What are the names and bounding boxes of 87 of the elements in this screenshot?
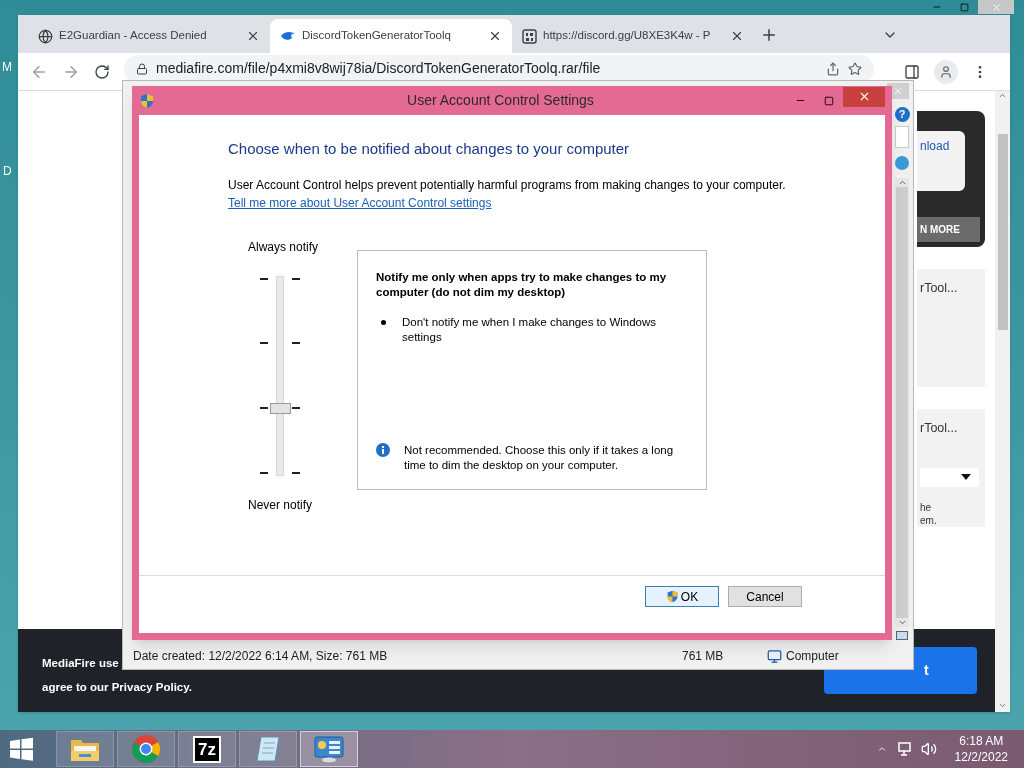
- url-text: mediafire.com/file/p4xmi8v8wij78ia/DiscordTokenGeneratorToolq.rar/file: [156, 59, 602, 78]
- card-title: rTool...: [920, 420, 959, 437]
- help-button[interactable]: ?: [894, 107, 910, 122]
- caret-icon: [961, 474, 971, 481]
- taskbar-app-button[interactable]: [56, 731, 114, 767]
- tick-marks: [260, 471, 300, 474]
- description: User Account Control helps prevent potentially harmful programs from making changes to your computer.: [228, 176, 787, 194]
- taskbar-app-button[interactable]: [117, 731, 175, 767]
- status-details: Date created: 12/2/2022 6:14 AM, Size: 761 MB: [133, 648, 389, 665]
- clock[interactable]: 6:18 AM 12/2/2022: [954, 733, 1008, 765]
- taskbar-app-button[interactable]: [300, 731, 358, 767]
- maximize-icon[interactable]: [824, 95, 834, 106]
- download-button[interactable]: nload: [917, 131, 965, 191]
- volume-icon[interactable]: [920, 741, 937, 757]
- slider-top-label: Always notify: [247, 238, 320, 256]
- side-panel-icon[interactable]: [904, 63, 920, 80]
- close-icon[interactable]: [730, 29, 744, 43]
- notepad-icon: [253, 734, 283, 764]
- scrollbar-thumb[interactable]: [997, 134, 1008, 330]
- reload-icon[interactable]: [94, 63, 110, 80]
- tick-marks: [260, 406, 300, 409]
- computer-icon: [767, 648, 782, 664]
- browser-logo-icon: [131, 734, 161, 764]
- info-title: Notify me only when apps try to make changes to my computer (do not dim my desktop): [376, 269, 668, 300]
- close-icon: [990, 1, 1002, 13]
- bullet-text: Don't notify me when I make changes to Windows settings: [402, 314, 658, 345]
- cookie-text: MediaFire use: [42, 655, 119, 671]
- close-icon[interactable]: [488, 29, 502, 43]
- slider-track[interactable]: [276, 275, 284, 476]
- desktop-icon-label: M: [2, 59, 12, 76]
- flame-logo-icon: [280, 31, 296, 41]
- info-note: Not recommended. Choose this only if it takes a long time to dim the desktop on your computer.: [404, 442, 675, 473]
- archiver-icon: 7z: [193, 735, 221, 763]
- desktop-icon-label: D: [3, 163, 12, 180]
- tick-marks: [260, 342, 300, 345]
- new-tab-icon[interactable]: [760, 26, 778, 44]
- scroll-down-icon[interactable]: [897, 618, 907, 627]
- tab-title: DiscordTokenGeneratorToolq: [302, 28, 452, 44]
- close-button[interactable]: [843, 86, 885, 107]
- tab-title: E2Guardian - Access Denied: [59, 28, 208, 44]
- scroll-down-icon[interactable]: [998, 701, 1007, 710]
- scroll-up-icon[interactable]: [897, 178, 907, 187]
- scrollbar-thumb[interactable]: [896, 187, 908, 618]
- browser-tab[interactable]: E2Guardian - Access Denied: [28, 19, 270, 53]
- bullet-icon: [381, 319, 386, 325]
- dialog-heading: Choose when to be notified about changes to your computer: [228, 139, 631, 159]
- slider-bottom-label: Never notify: [247, 496, 314, 514]
- bookmark-star-icon[interactable]: [848, 61, 862, 76]
- binary-file-icon: [522, 28, 537, 44]
- scrollbar[interactable]: [895, 178, 909, 627]
- learn-more-button[interactable]: N MORE: [917, 217, 980, 242]
- shield-icon: [139, 92, 155, 109]
- window-title: User Account Control Settings: [406, 91, 595, 110]
- network-icon[interactable]: [896, 741, 913, 757]
- shield-icon: [665, 590, 679, 603]
- profile-avatar[interactable]: [934, 59, 958, 84]
- close-icon: [893, 86, 903, 96]
- info-icon: [376, 442, 390, 457]
- card-title: rTool...: [920, 280, 959, 297]
- cancel-button[interactable]: Cancel: [728, 586, 802, 607]
- page-scrollbar[interactable]: [995, 91, 1010, 712]
- tick-marks: [260, 277, 300, 280]
- person-icon: [939, 64, 953, 79]
- status-size: 761 MB: [681, 648, 725, 665]
- control-panel-icon: [313, 734, 345, 764]
- taskbar-app-button[interactable]: [239, 731, 297, 767]
- card-text: he em.: [920, 501, 938, 527]
- cookie-text: agree to our Privacy Policy.: [42, 679, 192, 695]
- close-icon[interactable]: [246, 29, 260, 43]
- slider-thumb[interactable]: [270, 403, 291, 415]
- browser-tab[interactable]: DiscordTokenGeneratorToolq: [270, 19, 512, 53]
- scroll-up-icon[interactable]: [998, 91, 1007, 100]
- image-icon: [896, 631, 908, 640]
- show-hidden-icons-icon[interactable]: [876, 744, 887, 754]
- address-bar[interactable]: mediafire.com/file/p4xmi8v8wij78ia/DiscordTokenGeneratorToolq.rar/file: [124, 54, 874, 83]
- maximize-icon[interactable]: [960, 2, 969, 12]
- text-field[interactable]: [895, 126, 909, 148]
- taskbar-app-button[interactable]: 7z: [178, 731, 236, 767]
- tab-title: https://discord.gg/U8XE3K4w - P: [543, 28, 712, 44]
- browser-tab[interactable]: https://discord.gg/U8XE3K4w - P: [512, 19, 754, 53]
- help-link[interactable]: Tell me more about User Account Control settings: [228, 193, 492, 212]
- globe-icon: [38, 28, 53, 44]
- share-icon[interactable]: [826, 61, 840, 76]
- lock-icon: [136, 62, 148, 75]
- dropdown[interactable]: [920, 467, 979, 487]
- globe-icon: [895, 156, 909, 170]
- ok-button[interactable]: OK: [645, 586, 719, 607]
